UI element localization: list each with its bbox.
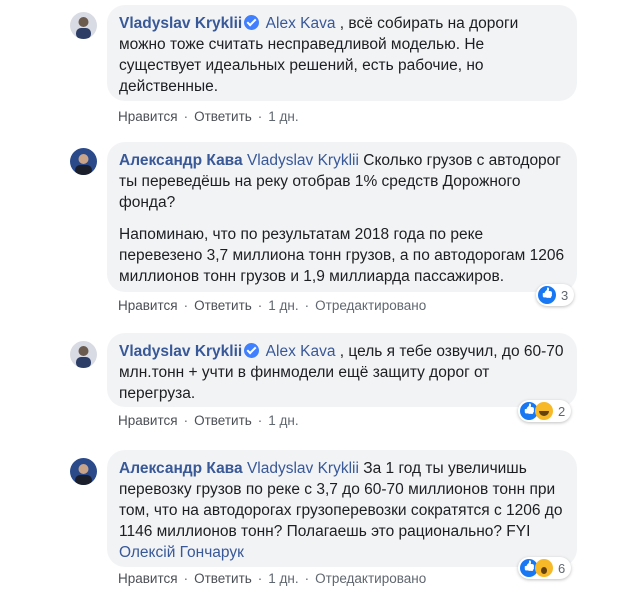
reaction-count: 3 [561,287,569,303]
like-button[interactable]: Нравится [118,298,178,313]
comment-actions: Нравится · Ответить · 1 дн. [118,109,299,124]
laugh-reaction-icon [535,402,553,420]
reaction-count: 2 [558,403,566,419]
avatar[interactable] [70,148,97,175]
reply-button[interactable]: Ответить [194,413,252,428]
comment-bubble: Александр Кава Vladyslav Kryklii Сколько… [107,142,577,292]
timestamp[interactable]: 1 дн. [268,413,298,428]
separator: · [257,109,263,124]
mention-link[interactable]: Alex Kava [266,15,336,32]
like-button[interactable]: Нравится [118,413,178,428]
separator: · [183,298,189,313]
comment-author[interactable]: Vladyslav Kryklii [119,343,242,360]
comment-paragraph: Напоминаю, что по результатам 2018 года … [119,226,565,285]
separator: · [183,109,189,124]
mention-link[interactable]: Олексій Гончарук [119,544,244,561]
timestamp[interactable]: 1 дн. [268,571,298,586]
comment-bubble: Vladyslav Kryklii Alex Kava , цель я теб… [107,333,577,407]
mention-link[interactable]: Alex Kava [266,343,336,360]
separator: · [304,298,310,313]
comment-actions: Нравится · Ответить · 1 дн. · Отредактировано [118,298,426,313]
reactions-badge[interactable]: 6 [518,557,572,579]
reactions-badge[interactable]: 3 [536,284,575,306]
reactions-badge[interactable]: 2 [518,400,572,422]
timestamp[interactable]: 1 дн. [268,109,298,124]
separator: · [183,413,189,428]
mention-link[interactable]: Vladyslav Kryklii [247,152,359,169]
comment-author[interactable]: Александр Кава [119,152,243,169]
comment-paragraph: Александр Кава Vladyslav Kryklii Сколько… [119,150,565,213]
separator: · [304,571,310,586]
separator: · [183,571,189,586]
avatar[interactable] [70,341,97,368]
wow-reaction-icon [535,559,553,577]
separator: · [257,413,263,428]
comment-actions: Нравится · Ответить · 1 дн. [118,413,299,428]
timestamp[interactable]: 1 дн. [268,298,298,313]
reaction-count: 6 [558,560,566,576]
edited-label[interactable]: Отредактировано [315,571,426,586]
reply-button[interactable]: Ответить [194,109,252,124]
comment-bubble: Александр Кава Vladyslav Kryklii За 1 го… [107,450,577,567]
comment-author[interactable]: Александр Кава [119,460,243,477]
mention-link[interactable]: Vladyslav Kryklii [247,460,359,477]
verified-badge-icon [244,343,260,358]
verified-badge-icon [244,15,260,30]
like-button[interactable]: Нравится [118,109,178,124]
comment-actions: Нравится · Ответить · 1 дн. · Отредактировано [118,571,426,586]
comment-bubble: Vladyslav Kryklii Alex Kava , всё собира… [107,5,577,101]
edited-label[interactable]: Отредактировано [315,298,426,313]
separator: · [257,571,263,586]
reply-button[interactable]: Ответить [194,298,252,313]
avatar[interactable] [70,458,97,485]
like-button[interactable]: Нравится [118,571,178,586]
comment-author[interactable]: Vladyslav Kryklii [119,15,242,32]
reply-button[interactable]: Ответить [194,571,252,586]
separator: · [257,298,263,313]
like-reaction-icon [538,286,556,304]
avatar[interactable] [70,12,97,39]
